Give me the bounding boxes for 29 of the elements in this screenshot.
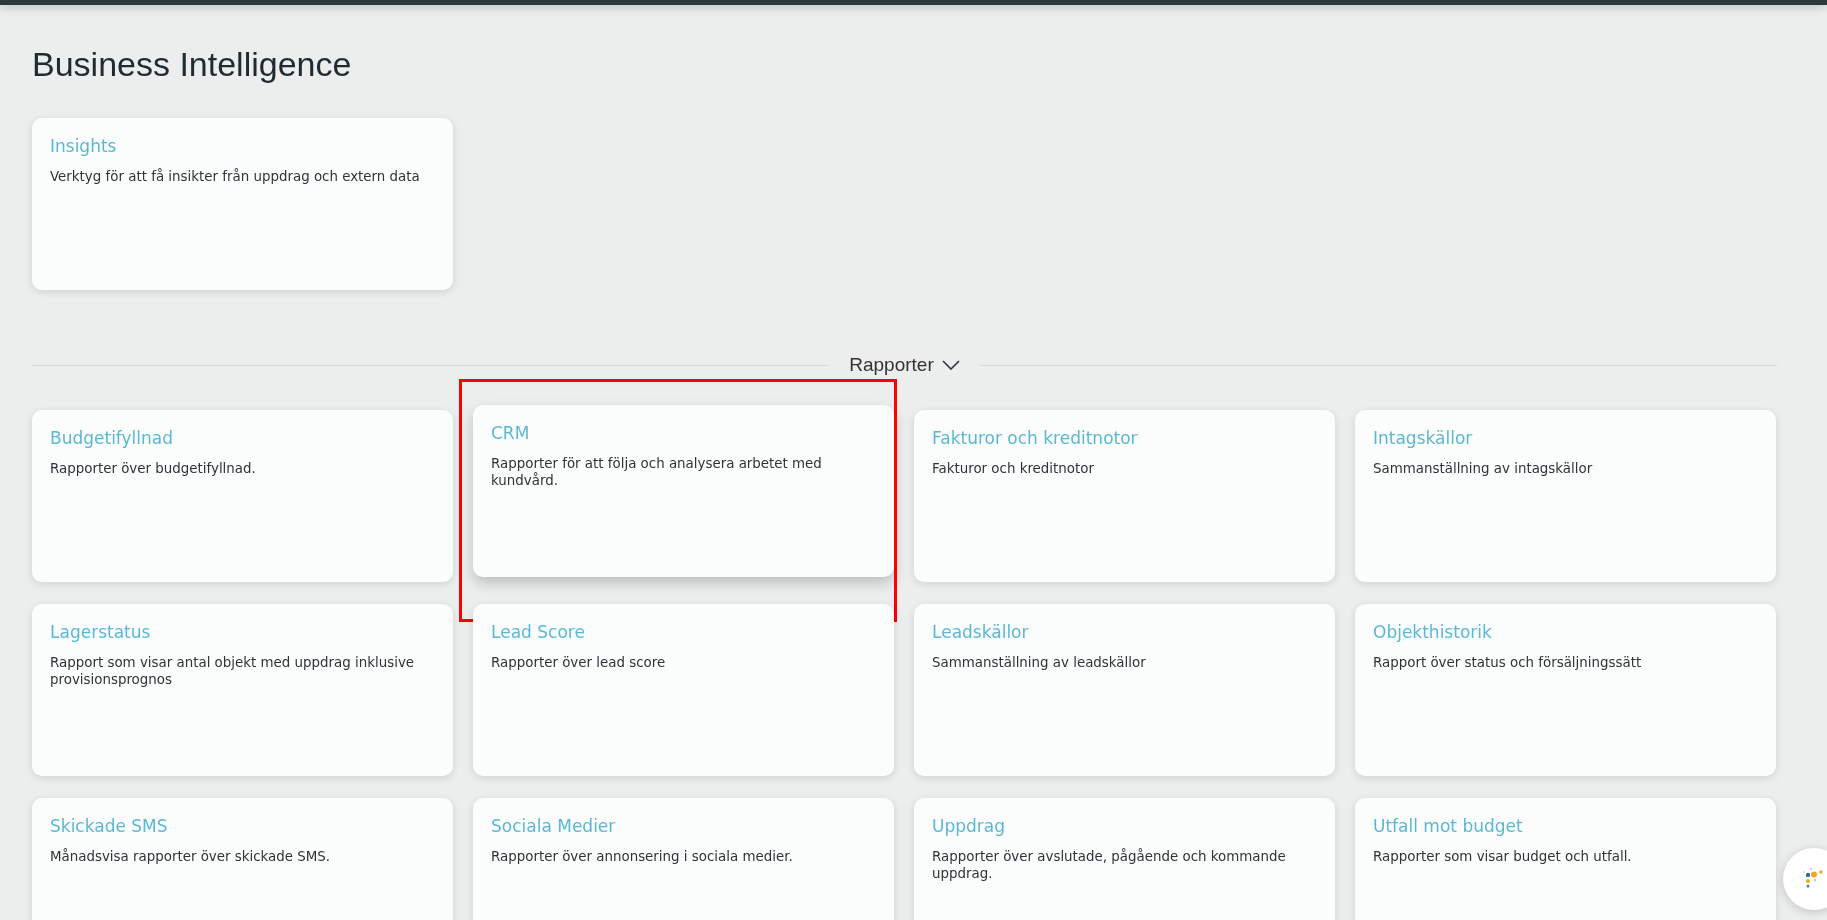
report-card[interactable]: Leadskällor Sammanställning av leadskällor: [914, 604, 1335, 776]
card-description: Rapport över status och försäljningssätt: [1373, 654, 1643, 671]
report-card[interactable]: Lead Score Rapporter över lead score: [473, 604, 894, 776]
card-description: Fakturor och kreditnotor: [932, 460, 1095, 477]
report-card[interactable]: CRM Rapporter för att följa och analysera arbetet med kundvård.: [473, 405, 894, 577]
page-title: Business Intelligence: [32, 45, 353, 84]
card-description: Rapporter som visar budget och utfall.: [1373, 848, 1633, 865]
section-toggle[interactable]: Rapporter: [849, 354, 934, 376]
report-card[interactable]: Fakturor och kreditnotor Fakturor och kreditnotor: [914, 410, 1335, 582]
card-description: Månadsvisa rapporter över skickade SMS.: [50, 848, 332, 865]
card-description: Rapporter över budgetifyllnad.: [50, 460, 257, 477]
report-card[interactable]: Sociala Medier Rapporter över annonsering i sociala medier.: [473, 798, 894, 920]
card-description: Rapporter över annonsering i sociala medier.: [491, 848, 794, 865]
card-description: Sammanställning av leadskällor: [932, 654, 1147, 671]
chevron-down-icon[interactable]: [941, 360, 960, 370]
card-description: Rapporter över lead score: [491, 654, 667, 671]
report-card[interactable]: Lagerstatus Rapport som visar antal objekt med uppdrag inklusive provisionsprognos: [32, 604, 453, 776]
report-card[interactable]: Objekthistorik Rapport över status och försäljningssätt: [1355, 604, 1776, 776]
card-description: Sammanställning av intagskällor: [1373, 460, 1594, 477]
card-description: Rapporter över avslutade, pågående och kommande uppdrag.: [932, 848, 1287, 882]
report-card[interactable]: Insights Verktyg för att få insikter från uppdrag och extern data: [32, 118, 453, 290]
card-description: Rapport som visar antal objekt med uppdrag inklusive provisionsprognos: [50, 654, 416, 688]
report-card[interactable]: Utfall mot budget Rapporter som visar budget och utfall.: [1355, 798, 1776, 920]
report-card[interactable]: Skickade SMS Månadsvisa rapporter över skickade SMS.: [32, 798, 453, 920]
card-description: Verktyg för att få insikter från uppdrag och extern data: [50, 168, 421, 185]
report-card[interactable]: Budgetifyllnad Rapporter över budgetifyllnad.: [32, 410, 453, 582]
card-description: Rapporter för att följa och analysera arbetet med kundvård.: [491, 455, 823, 489]
report-card[interactable]: Intagskällor Sammanställning av intagskällor: [1355, 410, 1776, 582]
report-card[interactable]: Uppdrag Rapporter över avslutade, pågående och kommande uppdrag.: [914, 798, 1335, 920]
